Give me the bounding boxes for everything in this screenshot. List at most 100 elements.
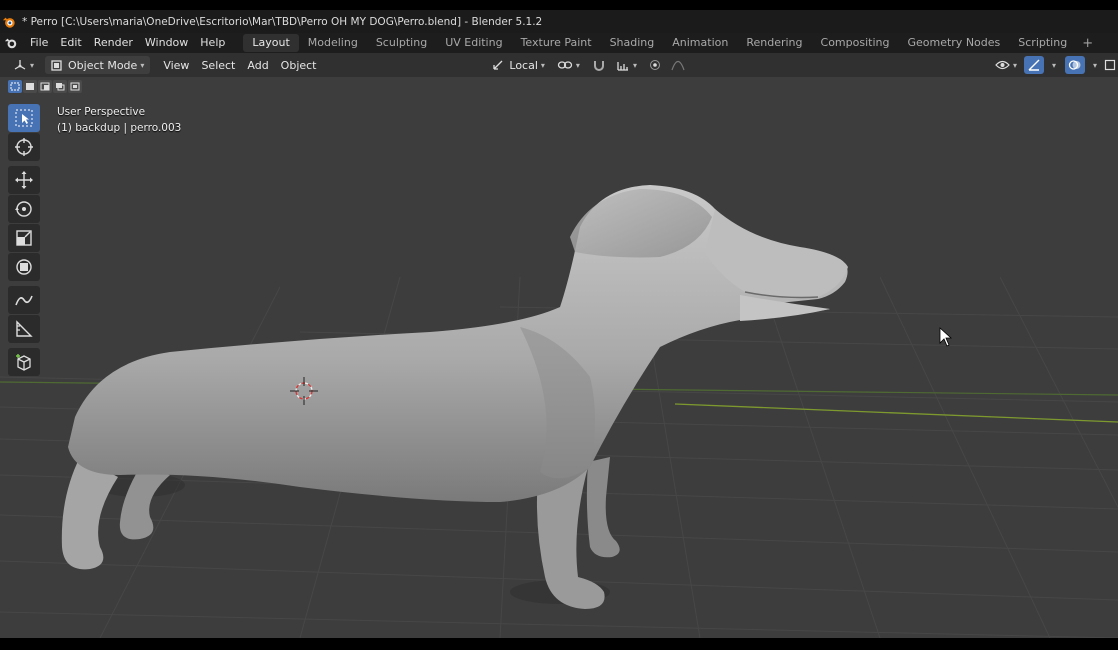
gizmo-icon — [1028, 59, 1040, 71]
bottom-black-bar — [0, 638, 1118, 650]
blender-menu-icon[interactable] — [4, 36, 18, 50]
viewport-header: ▾ Object Mode ▾ View Select Add Object L… — [0, 53, 1118, 78]
view-name-label: User Perspective — [57, 106, 146, 118]
blender-logo-icon — [2, 17, 15, 28]
header-menu-object[interactable]: Object — [276, 56, 322, 74]
tab-geometry-nodes[interactable]: Geometry Nodes — [898, 34, 1009, 52]
tool-shelf — [8, 104, 42, 377]
menu-render[interactable]: Render — [88, 33, 139, 53]
header-menu-select[interactable]: Select — [196, 56, 240, 74]
header-menu-add[interactable]: Add — [242, 56, 273, 74]
xray-icon — [1104, 59, 1116, 71]
tab-shading[interactable]: Shading — [601, 34, 664, 52]
tab-sculpting[interactable]: Sculpting — [367, 34, 436, 52]
tab-compositing[interactable]: Compositing — [812, 34, 899, 52]
add-workspace-button[interactable]: + — [1076, 36, 1099, 51]
overlays-toggle[interactable] — [1064, 56, 1085, 74]
tab-modeling[interactable]: Modeling — [299, 34, 367, 52]
tab-scripting[interactable]: Scripting — [1009, 34, 1076, 52]
tab-uv-editing[interactable]: UV Editing — [436, 34, 511, 52]
top-menu-bar: File Edit Render Window Help Layout Mode… — [0, 33, 1118, 53]
chevron-down-icon: ▾ — [632, 60, 637, 70]
orientation-label: Local — [509, 58, 538, 72]
extend-selection-icon — [26, 83, 34, 90]
tool-move[interactable] — [8, 166, 40, 194]
editor-type-dropdown[interactable]: ▾ — [8, 56, 39, 74]
proportional-editing-toggle[interactable] — [644, 56, 666, 74]
mouse-pointer-icon — [939, 327, 953, 347]
menu-edit[interactable]: Edit — [54, 33, 87, 53]
xray-toggle[interactable] — [1102, 56, 1118, 74]
magnet-icon — [593, 61, 604, 71]
orientation-axes-icon — [493, 60, 503, 70]
mode-label: Object Mode — [68, 58, 138, 72]
tool-select-box[interactable] — [8, 104, 40, 132]
gizmo-dropdown[interactable]: ▾ — [1044, 56, 1061, 74]
proportional-falloff-dropdown[interactable] — [666, 56, 690, 74]
chevron-down-icon: ▾ — [1012, 60, 1017, 70]
dog-mesh — [61, 185, 848, 609]
select-mode-extend[interactable] — [23, 80, 37, 93]
select-mode-intersect[interactable] — [68, 80, 82, 93]
tab-texture-paint[interactable]: Texture Paint — [512, 34, 601, 52]
link-icon — [557, 61, 573, 69]
visibility-dropdown[interactable]: ▾ — [990, 56, 1022, 74]
select-mode-group — [8, 80, 82, 93]
difference-selection-icon — [56, 83, 65, 91]
transform-icon — [16, 259, 32, 275]
editor-type-icon — [14, 60, 26, 70]
tab-layout[interactable]: Layout — [243, 34, 299, 52]
window-title: * Perro [C:\Users\maria\OneDrive\Escrito… — [22, 15, 543, 28]
overlays-dropdown[interactable]: ▾ — [1085, 56, 1102, 74]
select-box-icon — [15, 109, 33, 127]
falloff-curve-icon — [671, 60, 685, 71]
gizmo-toggle[interactable] — [1023, 56, 1044, 74]
transform-orientation-dropdown[interactable]: Local ▾ — [486, 56, 550, 74]
select-mode-difference[interactable] — [53, 80, 67, 93]
cursor-icon — [15, 138, 33, 156]
move-icon — [15, 171, 33, 189]
menu-window[interactable]: Window — [139, 33, 194, 53]
subtract-selection-icon — [40, 82, 50, 91]
chevron-down-icon: ▾ — [30, 60, 35, 70]
chevron-down-icon: ▾ — [140, 60, 145, 70]
select-mode-subtract[interactable] — [38, 80, 52, 93]
tool-transform[interactable] — [8, 253, 40, 281]
chevron-down-icon: ▾ — [1092, 60, 1097, 70]
menu-file[interactable]: File — [24, 33, 54, 53]
tool-rotate[interactable] — [8, 195, 40, 223]
tool-measure[interactable] — [8, 315, 40, 343]
title-bar: * Perro [C:\Users\maria\OneDrive\Escrito… — [0, 10, 1118, 33]
mode-dropdown[interactable]: Object Mode ▾ — [45, 56, 151, 74]
pivot-point-dropdown[interactable]: ▾ — [552, 56, 585, 74]
tool-scale[interactable] — [8, 224, 40, 252]
tool-add-cube[interactable] — [8, 348, 40, 376]
snap-target-dropdown[interactable]: ▾ — [611, 56, 642, 74]
rotate-icon — [15, 201, 32, 217]
viewport-scene — [0, 185, 1118, 638]
3d-viewport[interactable]: User Perspective (1) backdup | perro.003 — [0, 77, 1118, 638]
tool-cursor[interactable] — [8, 133, 40, 161]
chevron-down-icon: ▾ — [540, 60, 545, 70]
chevron-down-icon: ▾ — [575, 60, 580, 70]
overlays-icon — [1068, 60, 1081, 70]
tool-annotate[interactable] — [8, 286, 40, 314]
collection-info-label: (1) backdup | perro.003 — [57, 122, 182, 134]
snapping-toggle[interactable] — [587, 56, 611, 74]
chevron-down-icon: ▾ — [1051, 60, 1056, 70]
y-axis-line — [674, 403, 1118, 423]
header-menu-view[interactable]: View — [158, 56, 194, 74]
tab-animation[interactable]: Animation — [663, 34, 737, 52]
object-mode-icon — [51, 59, 62, 71]
eye-icon — [995, 60, 1010, 70]
new-selection-icon — [10, 82, 20, 91]
intersect-selection-icon — [70, 82, 80, 91]
annotate-icon — [15, 295, 33, 306]
menu-help[interactable]: Help — [194, 33, 231, 53]
tab-rendering[interactable]: Rendering — [737, 34, 811, 52]
snap-increment-icon — [617, 62, 628, 71]
proportional-edit-icon — [649, 60, 660, 70]
select-mode-new[interactable] — [8, 80, 22, 93]
add-cube-icon — [16, 354, 31, 371]
measure-icon — [16, 320, 33, 337]
